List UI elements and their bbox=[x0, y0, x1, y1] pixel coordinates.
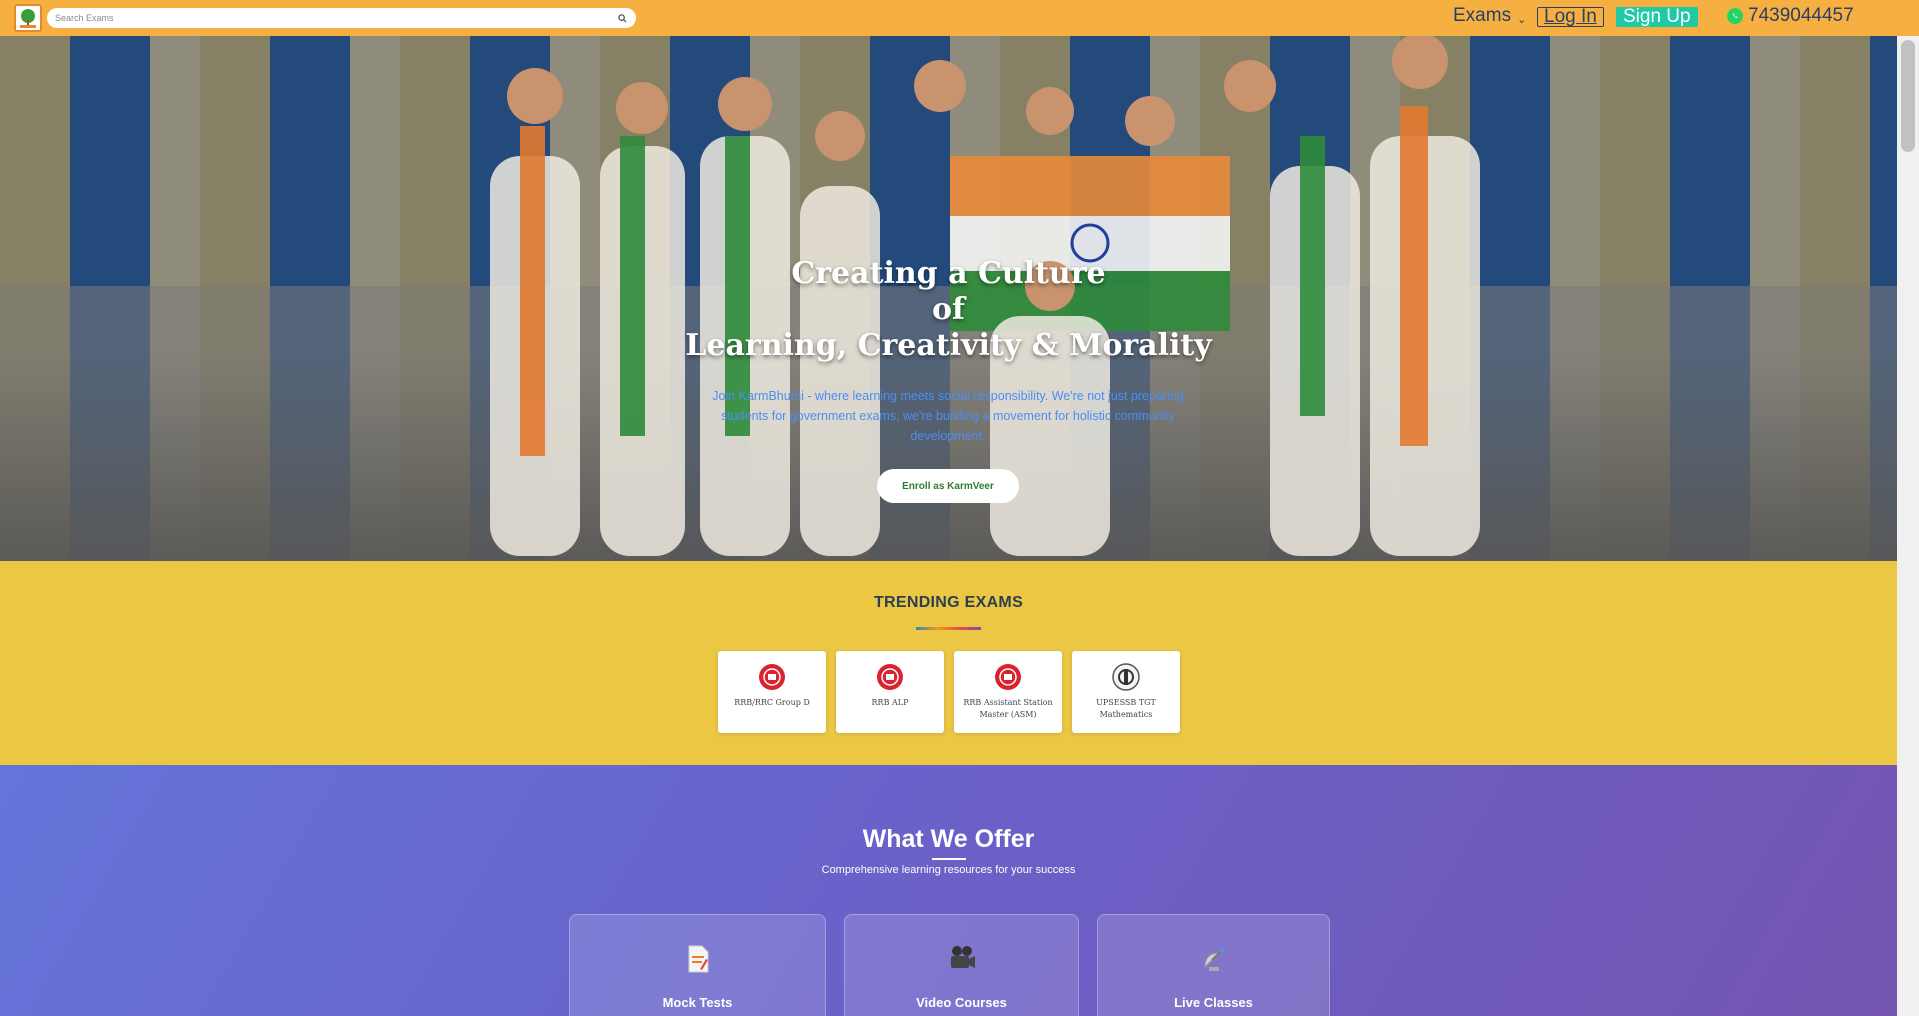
exam-name: RRB ALP bbox=[871, 698, 909, 707]
exam-card-upsessb-tgt[interactable]: UPSESSB TGT Mathematics bbox=[1072, 651, 1180, 733]
hero-title-line1: Creating a Culture bbox=[791, 256, 1106, 291]
login-button[interactable]: Log In bbox=[1537, 7, 1604, 27]
search-bar bbox=[47, 8, 636, 28]
exam-card-rrb-group-d[interactable]: RRB/RRC Group D bbox=[718, 651, 826, 733]
exams-label: Exams bbox=[1453, 5, 1512, 26]
phone-number: 7439044457 bbox=[1748, 5, 1854, 26]
video-camera-icon bbox=[845, 945, 1078, 971]
page-scrollbar[interactable] bbox=[1897, 36, 1919, 1016]
enroll-button[interactable]: Enroll as KarmVeer bbox=[877, 469, 1019, 503]
top-nav-bar: Exams ⌄ Log In Sign Up 7439044457 bbox=[0, 0, 1919, 36]
search-input[interactable] bbox=[55, 13, 616, 23]
offer-title: What We Offer bbox=[862, 825, 1035, 853]
hero-subtitle: Join KarmBhumi - where learning meets so… bbox=[712, 389, 1184, 443]
railway-logo-icon bbox=[994, 663, 1022, 691]
title-underline bbox=[916, 627, 981, 630]
offer-title-underline bbox=[932, 858, 966, 860]
exam-name: RRB/RRC Group D bbox=[734, 698, 810, 707]
exams-dropdown[interactable]: Exams ⌄ bbox=[1453, 5, 1526, 27]
offer-card-video-courses[interactable]: Video Courses bbox=[844, 914, 1079, 1016]
trending-title: TRENDING EXAMS bbox=[873, 594, 1024, 611]
whatsapp-contact[interactable]: 7439044457 bbox=[1727, 5, 1854, 27]
offer-label: Mock Tests bbox=[662, 995, 733, 1010]
exam-name: UPSESSB TGT Mathematics bbox=[1096, 698, 1156, 719]
scrollbar-thumb[interactable] bbox=[1901, 40, 1915, 152]
search-icon[interactable] bbox=[616, 12, 628, 24]
offer-label: Video Courses bbox=[916, 995, 1007, 1010]
hero-title: Creating a Culture of Learning, Creativi… bbox=[0, 256, 1897, 364]
what-we-offer-section: What We Offer Comprehensive learning res… bbox=[0, 765, 1897, 1016]
document-icon bbox=[570, 945, 825, 973]
karmbhumi-logo[interactable] bbox=[14, 4, 42, 32]
offer-label: Live Classes bbox=[1174, 995, 1253, 1010]
signup-button[interactable]: Sign Up bbox=[1616, 7, 1698, 27]
hero-title-line3: Learning, Creativity & Morality bbox=[685, 328, 1212, 363]
offer-card-live-classes[interactable]: Live Classes bbox=[1097, 914, 1330, 1016]
upsessb-logo-icon bbox=[1112, 663, 1140, 691]
satellite-icon bbox=[1098, 945, 1329, 973]
trending-exams-section: TRENDING EXAMS RRB/RRC Group D RRB ALP R… bbox=[0, 561, 1897, 765]
whatsapp-icon bbox=[1727, 8, 1743, 24]
offer-subtitle: Comprehensive learning resources for you… bbox=[821, 864, 1076, 876]
exam-name: RRB Assistant Station Master (ASM) bbox=[963, 698, 1053, 719]
hero-title-line2: of bbox=[932, 292, 965, 327]
exam-card-rrb-asm[interactable]: RRB Assistant Station Master (ASM) bbox=[954, 651, 1062, 733]
railway-logo-icon bbox=[876, 663, 904, 691]
chevron-down-icon: ⌄ bbox=[1517, 13, 1527, 26]
railway-logo-icon bbox=[758, 663, 786, 691]
tree-logo-icon bbox=[20, 9, 36, 28]
offer-card-mock-tests[interactable]: Mock Tests bbox=[569, 914, 826, 1016]
hero-banner: Creating a Culture of Learning, Creativi… bbox=[0, 36, 1897, 561]
exam-card-rrb-alp[interactable]: RRB ALP bbox=[836, 651, 944, 733]
